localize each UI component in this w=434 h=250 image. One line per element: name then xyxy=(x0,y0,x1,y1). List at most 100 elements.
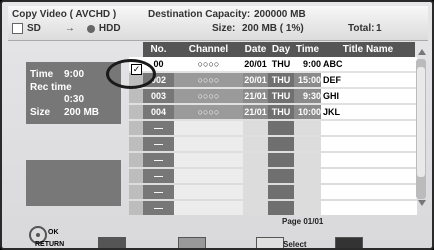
cell-channel: ○○○○ xyxy=(174,57,243,71)
time-label: Time xyxy=(30,69,54,80)
header-date: Date xyxy=(243,42,268,57)
arrow-icon: → xyxy=(64,23,75,34)
cell-date xyxy=(243,169,268,183)
table-row[interactable]: — xyxy=(129,201,417,215)
table-row[interactable]: — xyxy=(129,153,417,167)
title-table: No. Channel Date Day Time Title Name 00 ○… xyxy=(129,42,417,216)
cell-day xyxy=(268,137,294,151)
cell-day: THU xyxy=(268,105,294,119)
size-label: Size: xyxy=(212,23,236,34)
size-label-side: Size xyxy=(30,107,51,118)
header-title-name: Title Name xyxy=(321,42,415,57)
thumbnail-preview xyxy=(26,160,121,206)
row-checkbox[interactable] xyxy=(129,153,143,167)
cell-time xyxy=(294,169,323,183)
cell-time xyxy=(294,137,323,151)
color-button-3[interactable] xyxy=(256,237,284,248)
cell-time xyxy=(294,185,323,199)
cell-channel xyxy=(174,121,243,135)
row-checkbox[interactable] xyxy=(129,201,143,215)
row-checkbox[interactable] xyxy=(129,105,143,119)
table-row[interactable]: 002 ○○○○ 20/01 THU 15:00 DEF xyxy=(129,73,417,87)
page-indicator: Page 01/01 xyxy=(282,217,324,226)
table-row[interactable]: — xyxy=(129,185,417,199)
table-row[interactable]: — xyxy=(129,169,417,183)
color-button-2[interactable] xyxy=(178,237,206,248)
cell-channel xyxy=(174,169,243,183)
table-row[interactable]: 00 ○○○○ 20/01 THU 9:00 ABC xyxy=(129,57,417,71)
cell-day xyxy=(268,121,294,135)
row-checkbox[interactable] xyxy=(129,89,143,103)
cell-no: — xyxy=(143,201,174,215)
cell-no: 004 xyxy=(143,105,174,119)
cell-day: THU xyxy=(268,89,294,103)
cell-time: 9:30 xyxy=(294,89,323,103)
row-checkbox[interactable] xyxy=(129,185,143,199)
select-label: Select xyxy=(283,240,307,249)
cell-time xyxy=(294,153,323,167)
header-no: No. xyxy=(143,42,174,57)
size-value: 200 MB ( 1%) xyxy=(242,23,304,34)
return-label: RETURN xyxy=(35,241,65,248)
cell-channel xyxy=(174,185,243,199)
header-day: Day xyxy=(268,42,294,57)
dest-capacity-value: 200000 MB xyxy=(254,9,306,20)
cell-channel xyxy=(174,201,243,215)
cell-channel xyxy=(174,153,243,167)
cell-date xyxy=(243,121,268,135)
row-checkbox[interactable] xyxy=(129,169,143,183)
cell-time: 15:00 xyxy=(294,73,323,87)
table-row[interactable]: — xyxy=(129,137,417,151)
cell-date xyxy=(243,153,268,167)
cell-no: — xyxy=(143,169,174,183)
cell-day xyxy=(268,201,294,215)
color-button-4[interactable] xyxy=(335,237,363,248)
cell-title xyxy=(321,169,417,183)
table-row[interactable]: 004 ○○○○ 21/01 THU 10:00 JKL xyxy=(129,105,417,119)
cell-date xyxy=(243,137,268,151)
cell-title xyxy=(321,185,417,199)
sd-card-icon xyxy=(12,23,23,34)
cell-title: GHI xyxy=(321,89,417,103)
cell-time: 10:00 xyxy=(294,105,323,119)
table-row[interactable]: — xyxy=(129,121,417,135)
dest-label: HDD xyxy=(98,23,121,34)
row-checkbox[interactable] xyxy=(129,121,143,135)
cell-no: — xyxy=(143,137,174,151)
rec-time-label: Rec time xyxy=(30,82,72,93)
cell-title xyxy=(321,121,417,135)
row-checkbox[interactable] xyxy=(129,137,143,151)
cell-channel: ○○○○ xyxy=(174,73,243,87)
cell-title xyxy=(321,201,417,215)
hdd-icon xyxy=(86,24,95,33)
scroll-down-icon[interactable] xyxy=(418,200,426,206)
scroll-thumb[interactable] xyxy=(417,67,425,177)
source-dest: SD → HDD xyxy=(12,23,121,34)
total-label: Total: xyxy=(348,23,375,34)
dest-capacity-label: Destination Capacity: xyxy=(148,9,251,20)
time-value: 9:00 xyxy=(64,69,85,80)
ok-label: OK xyxy=(48,229,59,236)
cell-date: 21/01 xyxy=(243,89,268,103)
scroll-up-icon[interactable] xyxy=(418,49,426,55)
cell-no: 003 xyxy=(143,89,174,103)
cell-day: THU xyxy=(268,73,294,87)
cell-no: — xyxy=(143,185,174,199)
cell-time xyxy=(294,121,323,135)
header-channel: Channel xyxy=(174,42,243,57)
cell-day: THU xyxy=(268,57,294,71)
scrollbar[interactable] xyxy=(416,59,426,199)
cell-title xyxy=(321,153,417,167)
table-row[interactable]: 003 ○○○○ 21/01 THU 9:30 GHI xyxy=(129,89,417,103)
cell-day xyxy=(268,185,294,199)
cell-date: 21/01 xyxy=(243,105,268,119)
cell-channel: ○○○○ xyxy=(174,105,243,119)
source-label: SD xyxy=(27,23,41,34)
cell-title: JKL xyxy=(321,105,417,119)
cell-date xyxy=(243,201,268,215)
total-value: 1 xyxy=(376,23,382,34)
cell-date: 20/01 xyxy=(243,57,268,71)
copy-video-screen: Copy Video ( AVCHD ) Destination Capacit… xyxy=(0,0,434,250)
checkmark-icon[interactable]: ✓ xyxy=(131,64,142,75)
color-button-1[interactable] xyxy=(98,237,126,248)
